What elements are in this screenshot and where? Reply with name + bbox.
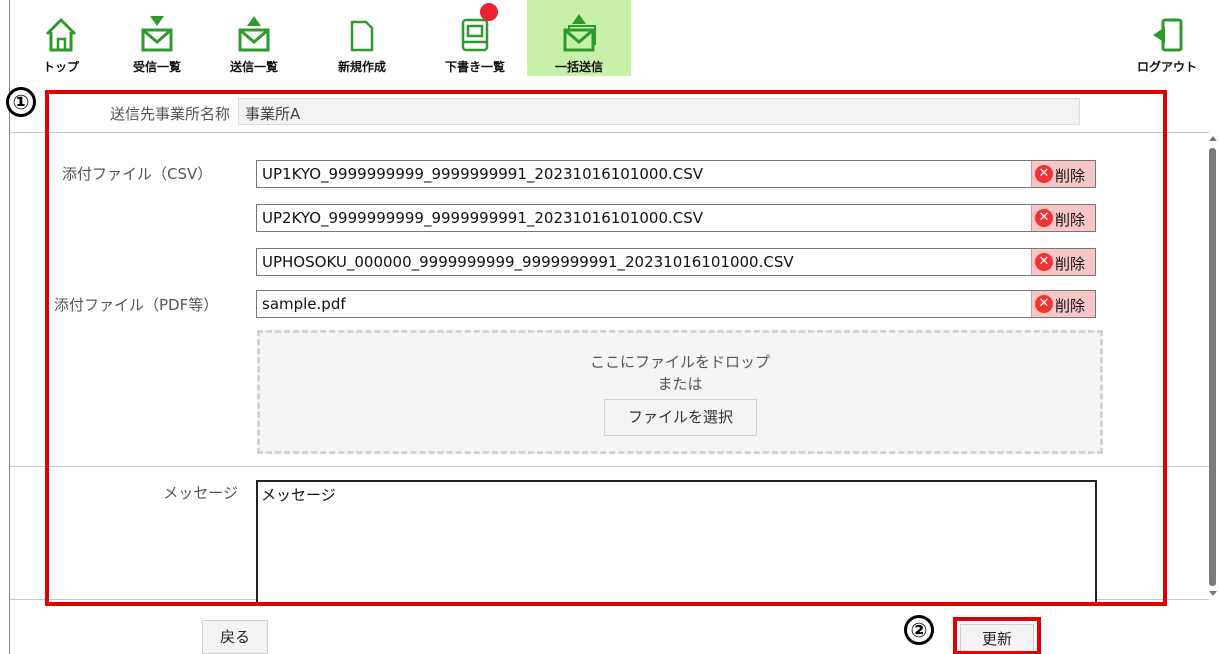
toolbar-item-top[interactable]: トップ — [22, 0, 100, 76]
toolbar-item-outbox[interactable]: 送信一覧 — [215, 0, 293, 76]
toolbar-item-label: 一括送信 — [554, 60, 603, 74]
home-icon — [45, 18, 77, 52]
annotation-number: ① — [6, 87, 36, 117]
toolbar-item-bulk-send[interactable]: 一括送信 — [527, 0, 631, 76]
toolbar-item-inbox[interactable]: 受信一覧 — [118, 0, 196, 76]
toolbar-item-label: 下書き一覧 — [444, 60, 505, 74]
scroll-down-icon[interactable] — [1209, 591, 1217, 596]
toolbar-item-new[interactable]: 新規作成 — [323, 0, 401, 76]
scrollbar-thumb[interactable] — [1209, 148, 1216, 586]
toolbar-item-label: 新規作成 — [337, 60, 386, 74]
logout-icon — [1153, 18, 1183, 52]
toolbar-item-label: トップ — [42, 60, 79, 74]
toolbar-item-label: 受信一覧 — [132, 60, 181, 74]
top-toolbar: トップ 受信一覧 送信一覧 新規作成 下書き一覧 一括送信 ログアウト — [0, 0, 1219, 654]
notification-badge — [480, 3, 498, 21]
back-button[interactable]: 戻る — [202, 620, 268, 654]
toolbar-item-drafts[interactable]: 下書き一覧 — [436, 0, 514, 76]
annotation-box-form — [45, 90, 1167, 606]
outbox-icon — [238, 16, 270, 52]
annotation-number: ② — [904, 615, 934, 645]
logout-button[interactable]: ログアウト — [1122, 0, 1212, 76]
annotation-box-update — [953, 617, 1041, 654]
logout-label: ログアウト — [1136, 60, 1197, 74]
vertical-scrollbar[interactable] — [1207, 132, 1219, 600]
new-document-icon — [350, 20, 374, 52]
toolbar-item-label: 送信一覧 — [229, 60, 278, 74]
bulk-send-icon — [563, 14, 596, 52]
scroll-up-icon[interactable] — [1209, 136, 1217, 141]
inbox-icon — [141, 16, 173, 52]
